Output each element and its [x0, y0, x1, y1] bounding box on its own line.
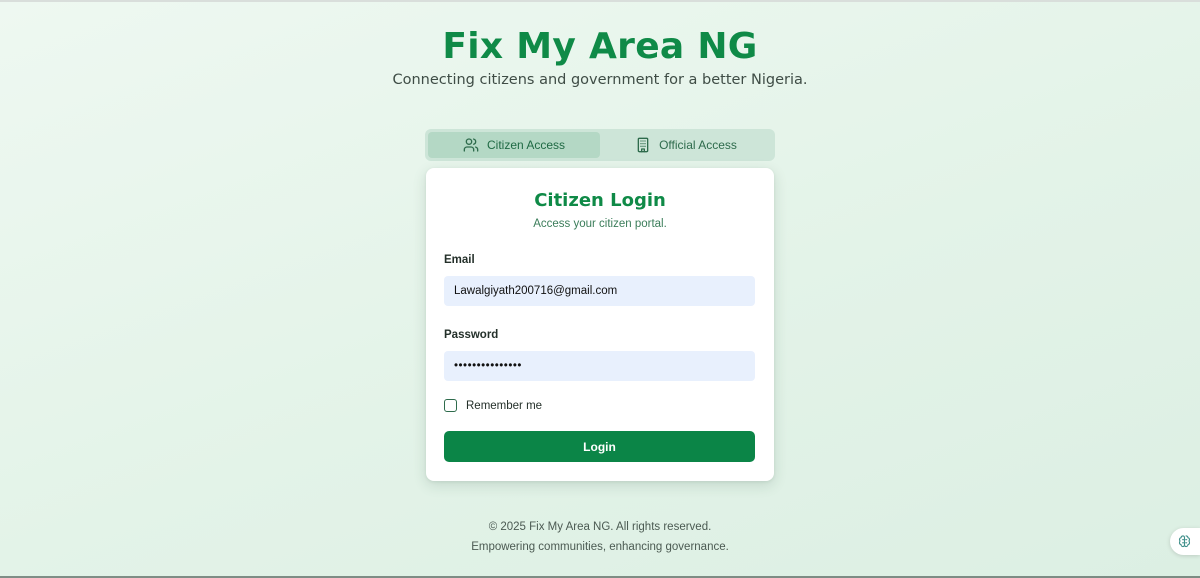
email-label: Email: [444, 254, 475, 266]
access-tabs: Citizen Access Official Access: [425, 129, 775, 161]
assistant-widget-button[interactable]: [1170, 528, 1200, 555]
tab-official-access-label: Official Access: [659, 138, 737, 152]
top-divider: [0, 0, 1200, 2]
tab-citizen-access[interactable]: Citizen Access: [428, 132, 600, 158]
app-subtitle: Connecting citizens and government for a…: [392, 72, 808, 88]
users-icon: [463, 138, 479, 152]
app-title: Fix My Area NG: [442, 26, 758, 67]
tab-citizen-access-label: Citizen Access: [486, 138, 566, 152]
password-field[interactable]: [444, 351, 755, 381]
login-card: Citizen Login Access your citizen portal…: [426, 168, 774, 481]
email-field[interactable]: [444, 276, 755, 306]
building-icon: [637, 137, 649, 153]
password-label: Password: [444, 329, 499, 341]
footer-tagline: Empowering communities, enhancing govern…: [471, 541, 729, 553]
login-subtitle: Access your citizen portal.: [533, 218, 667, 230]
remember-me-label: Remember me: [466, 399, 543, 412]
footer-copyright: © 2025 Fix My Area NG. All rights reserv…: [488, 521, 712, 533]
brain-icon: [1178, 535, 1191, 548]
remember-me[interactable]: Remember me: [444, 399, 542, 412]
login-title: Citizen Login: [534, 190, 666, 211]
remember-me-checkbox[interactable]: [444, 399, 457, 412]
tab-official-access[interactable]: Official Access: [600, 132, 772, 158]
login-button[interactable]: Login: [444, 431, 755, 462]
